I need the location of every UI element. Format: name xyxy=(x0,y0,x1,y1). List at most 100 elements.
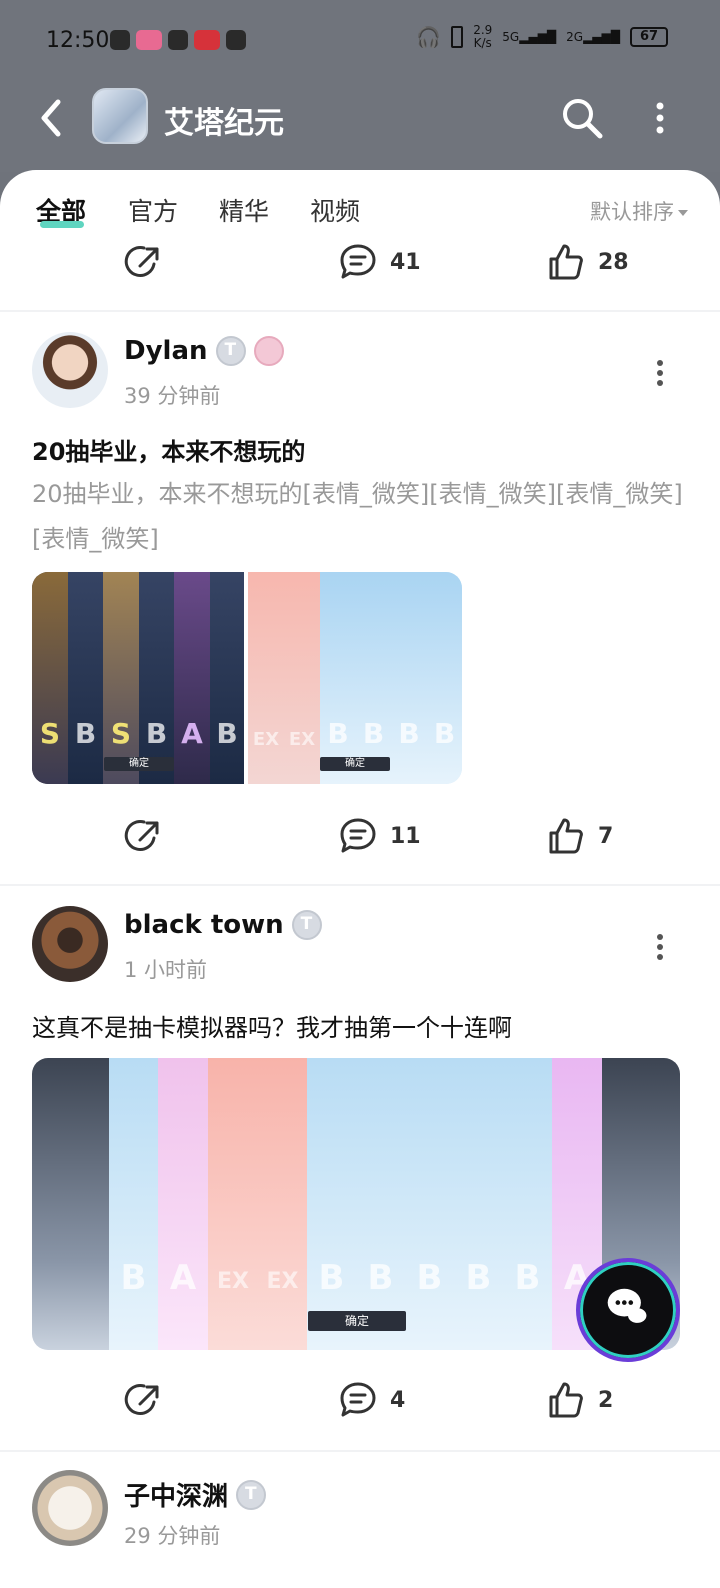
like-count: 28 xyxy=(598,249,629,275)
post-image-gallery[interactable]: S B S B A B 确定 EX EX B B B B 确定 xyxy=(32,572,462,784)
gacha-card: B xyxy=(356,572,391,784)
level-badge-icon xyxy=(215,336,246,366)
comment-button[interactable]: 11 xyxy=(338,806,421,866)
gacha-result-image[interactable]: S B S B A B 确定 xyxy=(32,572,244,784)
comment-button[interactable]: 4 xyxy=(338,1370,405,1430)
comment-count: 11 xyxy=(390,823,421,849)
thumbs-up-icon xyxy=(549,244,583,280)
chat-bubble-icon xyxy=(607,1288,647,1323)
post-card[interactable]: 子中深渊 29 分钟前 xyxy=(0,1468,720,1588)
gacha-card: B xyxy=(139,572,174,784)
headphone-icon: 🎧 xyxy=(416,25,442,49)
gacha-card: S xyxy=(103,572,139,784)
search-icon[interactable] xyxy=(560,96,604,140)
gacha-card: B xyxy=(320,572,356,784)
more-options-icon[interactable] xyxy=(650,100,670,136)
username[interactable]: black town xyxy=(124,910,322,940)
comment-button[interactable]: 41 xyxy=(338,232,421,292)
post-time: 39 分钟前 xyxy=(124,384,221,408)
gacha-card: EX xyxy=(208,1058,258,1350)
gacha-card: A xyxy=(174,572,210,784)
user-avatar[interactable] xyxy=(32,906,108,982)
forum-title: 艾塔纪元 xyxy=(164,106,284,141)
share-button[interactable] xyxy=(124,1370,164,1430)
gacha-card: B xyxy=(427,572,462,784)
level-badge-icon xyxy=(236,1479,267,1510)
gacha-result-image[interactable]: EX EX B B B B 确定 xyxy=(248,572,462,784)
user-avatar[interactable] xyxy=(32,1470,108,1546)
share-icon xyxy=(124,1384,159,1415)
app-bar: 艾塔纪元 xyxy=(0,82,720,172)
divider xyxy=(0,1450,720,1452)
qq-icon xyxy=(110,30,130,50)
tab-active-indicator xyxy=(40,221,84,228)
gacha-card: B xyxy=(405,1058,454,1350)
battery-icon: 67 xyxy=(630,27,668,47)
post-card[interactable]: black town 1 小时前 这真不是抽卡模拟器吗？我才抽第一个十连啊 B … xyxy=(0,904,720,1464)
gacha-card: B xyxy=(356,1058,405,1350)
level-badge-icon xyxy=(291,910,322,940)
post-title: 20抽毕业，本来不想玩的 xyxy=(32,438,306,466)
content-sheet: 全部 官方 精华 视频 默认排序 41 28 Dylan 39 分钟前 20抽毕… xyxy=(0,170,720,1588)
like-count: 7 xyxy=(598,823,614,849)
status-time: 12:50 xyxy=(46,28,110,53)
post-text: 这真不是抽卡模拟器吗？我才抽第一个十连啊 xyxy=(32,1014,512,1042)
like-button[interactable]: 2 xyxy=(546,1370,613,1430)
thumbs-up-icon xyxy=(549,1382,583,1418)
gacha-card: B xyxy=(109,1058,158,1350)
username[interactable]: 子中深渊 xyxy=(124,1476,267,1513)
vibrate-icon xyxy=(451,26,464,48)
net-speed: 2.9 K/s xyxy=(473,23,493,50)
gacha-card: B xyxy=(307,1058,356,1350)
comment-icon xyxy=(340,1382,376,1417)
gacha-card: EX xyxy=(284,572,320,784)
floating-chat-button[interactable] xyxy=(576,1258,680,1362)
comment-count: 41 xyxy=(390,249,421,275)
post-body: 20抽毕业，本来不想玩的[表情_微笑][表情_微笑][表情_微笑][表情_微笑] xyxy=(32,480,683,553)
comment-icon xyxy=(340,244,376,279)
back-arrow-icon[interactable] xyxy=(36,98,66,138)
confirm-label: 确定 xyxy=(308,1311,406,1331)
user-avatar[interactable] xyxy=(32,332,108,408)
share-button[interactable] xyxy=(124,806,164,866)
post-time: 1 小时前 xyxy=(124,958,208,982)
tab-video[interactable]: 视频 xyxy=(310,192,360,228)
medal-badge-icon xyxy=(253,336,284,366)
caret-down-icon xyxy=(678,210,688,216)
post-more-icon[interactable] xyxy=(652,932,668,962)
post-more-icon[interactable] xyxy=(652,358,668,388)
post-time: 29 分钟前 xyxy=(124,1524,221,1548)
confirm-label: 确定 xyxy=(104,757,174,771)
status-bar: 12:50 🎧 2.9 K/s 5G▂▄▆█ 2G▂▄▆█ 67 xyxy=(0,0,720,82)
divider xyxy=(0,884,720,886)
share-button[interactable] xyxy=(124,232,164,292)
like-button[interactable]: 7 xyxy=(546,806,613,866)
like-button[interactable]: 28 xyxy=(546,232,629,292)
thumbs-up-icon xyxy=(549,818,583,854)
app-icon xyxy=(226,30,246,50)
tab-official[interactable]: 官方 xyxy=(128,192,178,228)
username[interactable]: Dylan xyxy=(124,336,284,366)
share-icon xyxy=(124,820,159,851)
status-right: 🎧 2.9 K/s 5G▂▄▆█ 2G▂▄▆█ 67 xyxy=(416,24,668,50)
gacha-card: EX xyxy=(248,572,284,784)
post-actions: 4 2 xyxy=(0,1370,720,1430)
gacha-card: B xyxy=(503,1058,552,1350)
sort-dropdown[interactable]: 默认排序 xyxy=(590,196,688,226)
gacha-card: B xyxy=(210,572,244,784)
forum-avatar[interactable] xyxy=(92,88,148,144)
like-count: 2 xyxy=(598,1387,614,1413)
post-actions: 11 7 xyxy=(0,806,720,866)
bilibili-icon xyxy=(136,30,162,50)
tab-featured[interactable]: 精华 xyxy=(219,192,269,228)
signal-5g-icon: 5G▂▄▆█ xyxy=(502,30,557,44)
confirm-label: 确定 xyxy=(320,757,390,771)
post-card[interactable]: Dylan 39 分钟前 20抽毕业，本来不想玩的 20抽毕业，本来不想玩的[表… xyxy=(0,330,720,890)
qidian-icon xyxy=(194,30,220,50)
signal-2g-icon: 2G▂▄▆█ xyxy=(566,30,620,44)
notification-icons xyxy=(110,30,246,50)
gacha-card: S xyxy=(32,572,68,784)
gacha-card: B xyxy=(391,572,427,784)
message-icon xyxy=(168,30,188,50)
comment-count: 4 xyxy=(390,1387,406,1413)
